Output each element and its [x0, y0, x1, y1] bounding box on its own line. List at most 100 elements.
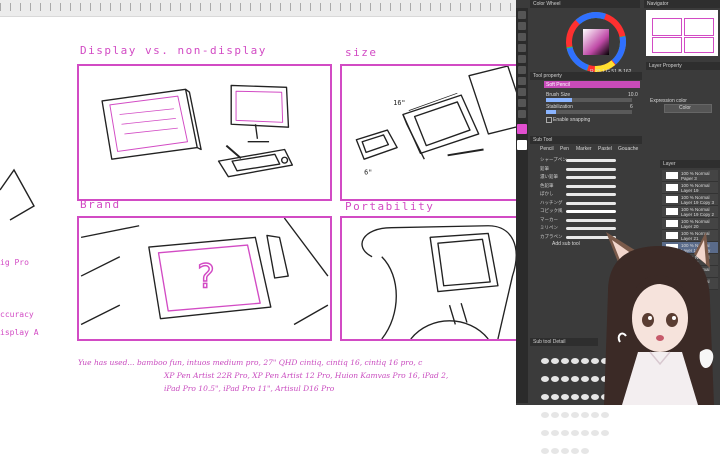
- brush-stroke-preview: [566, 210, 616, 213]
- stabilization-slider[interactable]: [546, 110, 632, 114]
- brush-tip-swatch[interactable]: [541, 358, 549, 364]
- brush-item-label: ミリペン: [540, 225, 558, 230]
- brush-tool-icon[interactable]: [518, 55, 526, 63]
- layer-row[interactable]: 100 % Normal Layer 19: [662, 182, 718, 194]
- brush-item-label: ぼかし: [540, 191, 554, 196]
- brush-tip-swatch[interactable]: [581, 358, 589, 364]
- main-color-swatch[interactable]: [517, 124, 527, 134]
- margin-note-2: ccuracy: [0, 310, 34, 319]
- brush-stroke-preview: [566, 159, 616, 162]
- brush-item-label: 鉛筆: [540, 165, 549, 171]
- brush-tip-swatch[interactable]: [541, 412, 549, 418]
- brush-stroke-preview: [566, 193, 616, 196]
- fill-tool-icon[interactable]: [518, 77, 526, 85]
- sketch-tablets-and-monitor: [101, 84, 294, 178]
- brush-tip-swatch[interactable]: [551, 358, 559, 364]
- drawing-canvas[interactable]: Display vs. non-display size Brand Porta…: [0, 0, 516, 405]
- brush-tip-swatch[interactable]: [581, 448, 589, 454]
- label-size: size: [345, 46, 378, 59]
- subtool-title: Sub Tool: [530, 136, 642, 144]
- sub-color-swatch[interactable]: [517, 140, 527, 150]
- brush-tip-swatch[interactable]: [541, 394, 549, 400]
- brush-stroke-preview: [566, 184, 616, 188]
- subtool-tab-pencil[interactable]: Pencil: [540, 146, 554, 152]
- snapping-checkbox[interactable]: [546, 117, 552, 123]
- brush-item-label: コピック風: [540, 208, 563, 213]
- brush-tip-swatch[interactable]: [601, 430, 609, 436]
- color-wheel-title: Color Wheel: [530, 0, 640, 8]
- brush-tip-swatch[interactable]: [571, 394, 579, 400]
- brush-tip-swatch[interactable]: [561, 376, 569, 382]
- brush-tip-swatch[interactable]: [561, 412, 569, 418]
- brush-tip-swatch[interactable]: [581, 412, 589, 418]
- navigator-title: Navigator: [644, 0, 720, 8]
- material-title: Sub tool Detail: [530, 338, 598, 346]
- layer-name: Layer 19 Copy 2: [681, 212, 715, 217]
- brush-item-label: 色鉛筆: [540, 182, 554, 188]
- brush-item-label: カブラペン: [540, 233, 563, 239]
- layer-name: Layer 19: [681, 188, 699, 193]
- brush-tip-swatch[interactable]: [551, 376, 559, 382]
- brush-item-label: 濃い鉛筆: [540, 174, 558, 179]
- brush-tip-swatch[interactable]: [561, 448, 569, 454]
- add-subtool-button[interactable]: Add sub tool: [552, 241, 580, 247]
- zoom-tool-icon[interactable]: [518, 22, 526, 30]
- label-display: Display vs. non-display: [80, 44, 267, 57]
- brush-tip-swatch[interactable]: [591, 430, 599, 436]
- brush-tip-swatch[interactable]: [581, 430, 589, 436]
- layer-name: Layer 19 Copy 3: [681, 200, 715, 205]
- brush-tip-swatch[interactable]: [571, 376, 579, 382]
- tool-property-title: Tool property: [530, 72, 642, 80]
- brush-tip-swatch[interactable]: [571, 430, 579, 436]
- vtuber-avatar: [604, 232, 714, 405]
- notes-line-3: iPad Pro 10.5", iPad Pro 11", Artisul D1…: [164, 384, 335, 393]
- brush-tip-swatch[interactable]: [551, 430, 559, 436]
- layer-row[interactable]: 100 % Normal Paper 3: [662, 170, 718, 182]
- layer-row[interactable]: 100 % Normal Layer 19 Copy 2: [662, 206, 718, 218]
- layer-row[interactable]: 100 % Normal Layer 19 Copy 3: [662, 194, 718, 206]
- ruler-bar: [0, 0, 516, 17]
- brush-tip-swatch[interactable]: [551, 448, 559, 454]
- brush-tip-swatch[interactable]: [551, 394, 559, 400]
- select-tool-icon[interactable]: [518, 33, 526, 41]
- brush-tip-swatch[interactable]: [541, 430, 549, 436]
- gradient-tool-icon[interactable]: [518, 88, 526, 96]
- brush-tip-swatch[interactable]: [581, 394, 589, 400]
- brush-name: Soft Pencil: [546, 82, 570, 88]
- subtool-tab-marker[interactable]: Marker: [576, 146, 592, 152]
- move-tool-icon[interactable]: [518, 11, 526, 19]
- brush-tip-swatch[interactable]: [561, 430, 569, 436]
- subtool-tab-pastel[interactable]: Pastel: [598, 146, 612, 152]
- pen-tool-icon[interactable]: [518, 44, 526, 52]
- brush-tip-swatch[interactable]: [541, 376, 549, 382]
- panel-size: 16" 6": [340, 64, 516, 201]
- navigator-preview[interactable]: [646, 10, 718, 56]
- brush-stroke-preview: [566, 167, 616, 171]
- subtool-tab-gouache[interactable]: Gouache: [618, 146, 638, 152]
- brush-tip-swatch[interactable]: [581, 376, 589, 382]
- brush-size-slider[interactable]: [546, 98, 632, 102]
- subtool-tab-pen[interactable]: Pen: [560, 146, 569, 152]
- color-wheel[interactable]: [566, 12, 626, 72]
- brush-item-label: シャープペン: [540, 157, 567, 162]
- brush-tip-swatch[interactable]: [601, 412, 609, 418]
- brush-tip-swatch[interactable]: [541, 448, 549, 454]
- brush-tip-swatch[interactable]: [561, 358, 569, 364]
- size-note-6: 6": [364, 169, 372, 177]
- brush-tip-swatch[interactable]: [591, 412, 599, 418]
- brush-tip-swatch[interactable]: [561, 394, 569, 400]
- brush-stroke-preview: [566, 201, 616, 205]
- eraser-tool-icon[interactable]: [518, 66, 526, 74]
- layer-property-title: Layer Property: [646, 62, 720, 70]
- hand-tool-icon[interactable]: [518, 110, 526, 118]
- brush-tip-swatch[interactable]: [571, 448, 579, 454]
- brush-tip-swatch[interactable]: [571, 412, 579, 418]
- brush-tip-swatch[interactable]: [551, 412, 559, 418]
- partial-sketch-left: [0, 168, 35, 221]
- layer-row[interactable]: 100 % Normal Layer 20: [662, 218, 718, 230]
- subtool-tabs: Pencil Pen Marker Pastel Gouache: [540, 145, 642, 153]
- text-tool-icon[interactable]: [518, 99, 526, 107]
- brush-tip-swatch[interactable]: [571, 358, 579, 364]
- expression-color-select[interactable]: Color: [664, 104, 712, 113]
- layer-thumbnail: [666, 172, 678, 179]
